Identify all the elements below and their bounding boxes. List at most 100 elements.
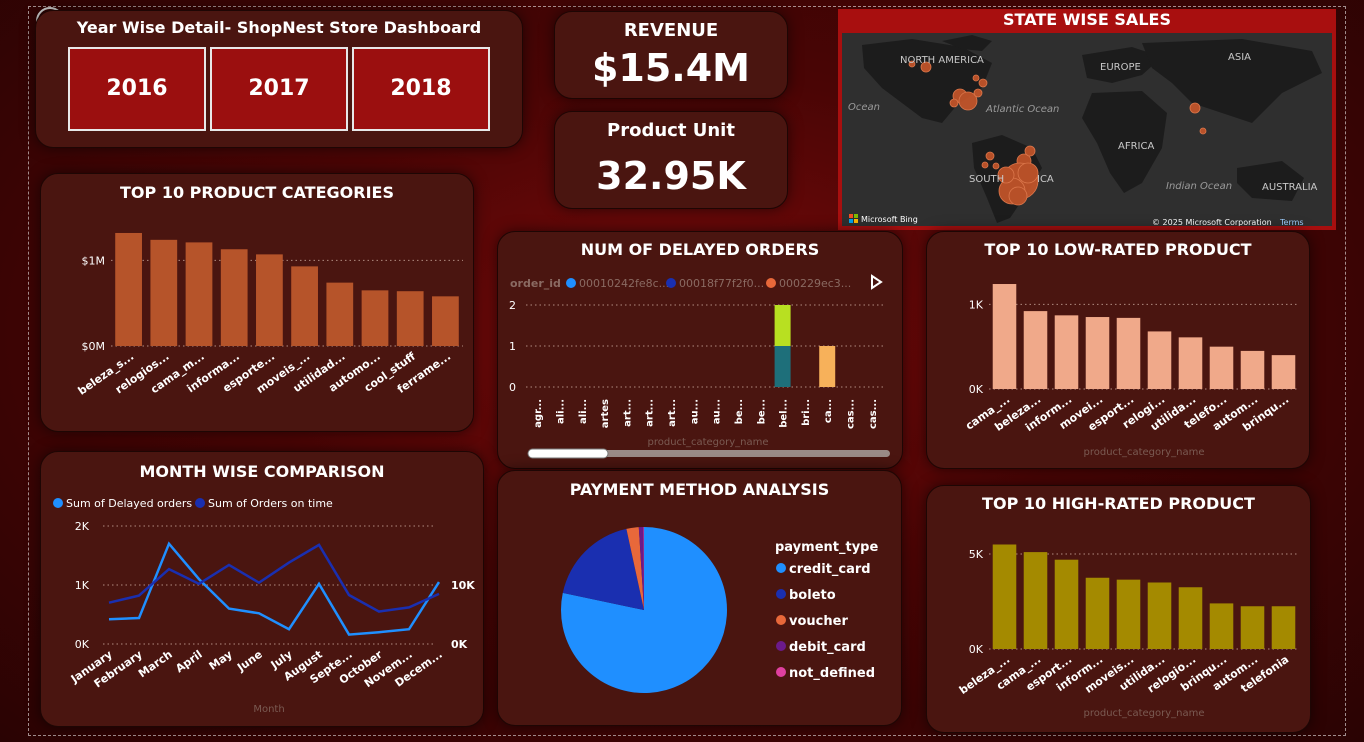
- bar: [992, 284, 1017, 389]
- legend-next-icon: [871, 274, 883, 290]
- bar: [220, 249, 248, 346]
- y-tick-label: 2: [509, 299, 516, 312]
- y-tick-label: 1: [509, 340, 516, 353]
- year-button-2016[interactable]: 2016: [68, 47, 206, 131]
- x-axis-title: product_category_name: [1083, 708, 1204, 719]
- legend-item: 00010242fe8c...: [579, 277, 669, 290]
- year-button-2017[interactable]: 2017: [210, 47, 348, 131]
- bar: [992, 544, 1017, 649]
- bar: [150, 239, 178, 346]
- north-america-land: [862, 39, 992, 123]
- legend-item: Sum of Orders on time: [208, 497, 333, 510]
- delayed-orders-card: NUM OF DELAYED ORDERS order_id 00010242fe…: [497, 231, 903, 469]
- payment-chart: payment_type credit_cardboleto voucher debi…: [561, 527, 878, 693]
- x-axis-title: product_category_name: [647, 437, 768, 448]
- legend-title: payment_type: [775, 540, 878, 555]
- y-tick-label-right: 0K: [451, 638, 468, 651]
- series-line: [108, 543, 440, 613]
- y-tick-label: 0K: [969, 643, 984, 656]
- bar: [1240, 606, 1265, 649]
- y-tick-label: $0M: [82, 340, 106, 353]
- map-canvas[interactable]: NORTH AMERICA EUROPE ASIA Ocean Atlantic…: [842, 33, 1332, 226]
- bar: [1147, 582, 1172, 649]
- legend-item: debit_card: [789, 640, 866, 655]
- y-tick-label: 0: [509, 381, 516, 394]
- legend-dot: [53, 498, 63, 508]
- month-wise-chart: Sum of Delayed orders Sum of Orders on ti…: [53, 497, 475, 715]
- year-button-2018[interactable]: 2018: [352, 47, 490, 131]
- x-tick-label: au...: [712, 399, 723, 424]
- legend-item: not_defined: [789, 666, 875, 681]
- legend-item: 00018f77f2f0...: [679, 277, 764, 290]
- product-unit-card: Product Unit 32.95K: [554, 111, 788, 209]
- map-label-atlantic-ocean: Atlantic Ocean: [985, 104, 1059, 115]
- microsoft-logo-square-2: [854, 214, 858, 218]
- bar: [396, 291, 424, 346]
- bar: [1147, 331, 1172, 389]
- y-tick-label-left: 1K: [75, 579, 90, 592]
- product-unit-value: 32.95K: [596, 154, 746, 198]
- map-label-ocean: Ocean: [848, 102, 880, 113]
- delayed-orders-chart: order_id 00010242fe8c... 00018f77f2f0... 00…: [509, 274, 890, 459]
- y-tick-label: 1K: [969, 298, 984, 311]
- x-tick-label: June: [234, 648, 265, 675]
- x-tick-label: artes: [600, 399, 611, 428]
- x-tick-label: au...: [689, 399, 700, 424]
- revenue-card: REVENUE $15.4M: [554, 11, 788, 99]
- bar: [185, 242, 213, 346]
- dashboard-title: Year Wise Detail- ShopNest Store Dashboa…: [76, 18, 482, 37]
- bar: [115, 232, 142, 346]
- top-categories-card: TOP 10 PRODUCT CATEGORIES $0M $1M beleza_s…: [40, 173, 474, 432]
- legend-item: voucher: [789, 614, 848, 629]
- map-brand: Microsoft Bing: [861, 215, 918, 224]
- map-label-asia: ASIA: [1228, 52, 1251, 63]
- x-tick-label: be...: [734, 399, 745, 424]
- legend-dot: [666, 278, 676, 288]
- x-tick-label: May: [207, 648, 235, 673]
- year-selector-card: Year Wise Detail- ShopNest Store Dashboa…: [35, 10, 523, 148]
- stacked-bar-segment: [774, 305, 791, 346]
- bar: [1085, 317, 1110, 389]
- map-terms-link[interactable]: Terms: [1279, 218, 1304, 226]
- legend-item: credit_card: [789, 562, 871, 577]
- microsoft-logo-square-4: [854, 219, 858, 223]
- high-rated-chart: 0K5Kbeleza_...cama_...esport...inform...…: [957, 544, 1299, 719]
- x-tick-label: ali...: [578, 399, 589, 424]
- bar: [1085, 577, 1110, 649]
- x-tick-label: cas...: [868, 399, 879, 429]
- microsoft-logo-square-3: [849, 219, 853, 223]
- y-tick-label-left: 2K: [75, 520, 90, 533]
- payment-card: PAYMENT METHOD ANALYSIS payment_type cred…: [497, 470, 902, 726]
- bar: [1116, 579, 1141, 649]
- series-line: [108, 541, 441, 636]
- state-wise-sales-map[interactable]: STATE WISE SALES NORTH AMERICA EUROPE AS…: [838, 9, 1336, 230]
- map-label-north-america: NORTH AMERICA: [900, 55, 984, 66]
- map-label-africa: AFRICA: [1118, 141, 1154, 152]
- low-rated-chart: 0K1Kcama_...beleza...inform...movei...es…: [963, 284, 1299, 458]
- y-tick-label-left: 0K: [75, 638, 90, 651]
- australia-land: [1237, 161, 1304, 201]
- stacked-bar-segment: [774, 346, 791, 387]
- scrollbar-thumb[interactable]: [527, 448, 609, 459]
- low-rated-card: TOP 10 LOW-RATED PRODUCT 0K 1K cama_... bel…: [926, 231, 1310, 469]
- revenue-value: $15.4M: [591, 46, 750, 90]
- legend-dot: [776, 589, 786, 599]
- revenue-label: REVENUE: [623, 20, 719, 41]
- high-rated-card: TOP 10 HIGH-RATED PRODUCT 0K 5K beleza_...…: [926, 485, 1311, 733]
- y-tick-label-right: 10K: [451, 579, 475, 592]
- legend-item: 000229ec3...: [779, 277, 851, 290]
- map-label-australia: AUSTRALIA: [1262, 182, 1318, 193]
- bar: [1023, 311, 1048, 389]
- legend-item: boleto: [789, 588, 836, 603]
- stacked-bar-segment: [819, 346, 836, 387]
- bar: [1178, 587, 1203, 649]
- bar: [256, 254, 283, 346]
- legend-dot: [566, 278, 576, 288]
- legend-dot: [195, 498, 205, 508]
- x-axis-title: Month: [253, 704, 284, 715]
- bar: [1209, 603, 1234, 649]
- month-wise-card: MONTH WISE COMPARISON Sum of Delayed ord…: [40, 451, 484, 727]
- x-tick-label: art...: [645, 399, 656, 427]
- bar: [1209, 346, 1234, 389]
- bar: [326, 282, 354, 346]
